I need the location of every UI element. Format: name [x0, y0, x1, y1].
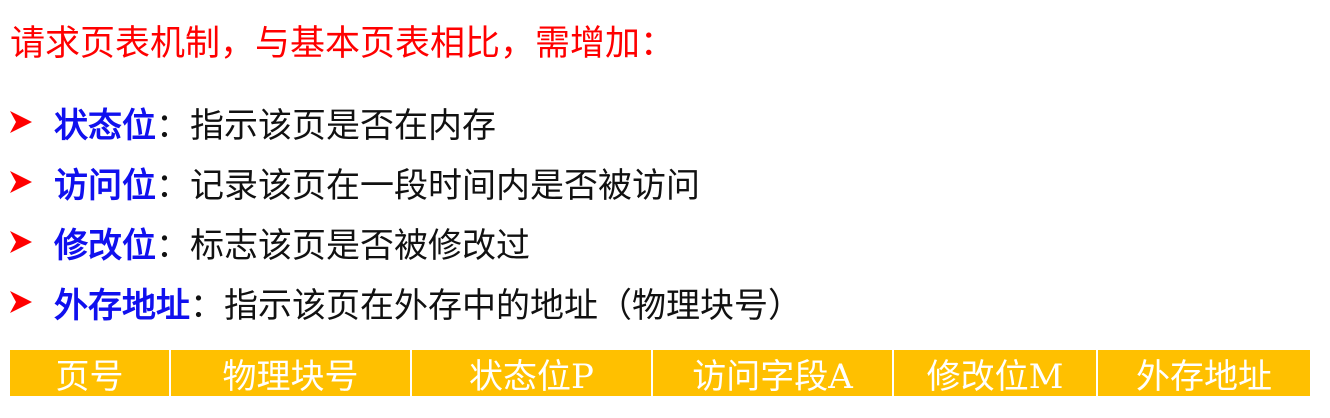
bullet-term: 访问位 [54, 165, 156, 206]
arrow-bullet-icon [8, 287, 54, 317]
bullet-item-access: 访问位 ：记录该页在一段时间内是否被访问 [8, 152, 802, 212]
bullet-term: 修改位 [54, 225, 156, 266]
bullet-description: ：记录该页在一段时间内是否被访问 [156, 165, 700, 206]
arrow-bullet-icon [8, 167, 54, 197]
bullet-description: ：标志该页是否被修改过 [156, 225, 530, 266]
bullet-term: 外存地址 [54, 285, 190, 326]
bullet-item-external-address: 外存地址 ：指示该页在外存中的地址（物理块号） [8, 272, 802, 332]
page-heading: 请求页表机制，与基本页表相比，需增加： [10, 24, 676, 64]
page-table-entry-format: 页号 物理块号 状态位P 访问字段A 修改位M 外存地址 [10, 350, 1310, 397]
bullet-description: ：指示该页是否在内存 [156, 105, 496, 146]
table-header-modify-bit: 修改位M [894, 350, 1098, 397]
bullet-list: 状态位 ：指示该页是否在内存 访问位 ：记录该页在一段时间内是否被访问 修改位 ：标志… [8, 92, 802, 332]
bullet-term: 状态位 [54, 105, 156, 146]
table-header-status-bit: 状态位P [412, 350, 653, 397]
table-header-external-address: 外存地址 [1136, 356, 1272, 397]
table-header-access-field: 访问字段A [653, 350, 894, 397]
bullet-description: ：指示该页在外存中的地址（物理块号） [190, 285, 802, 326]
bullet-item-status: 状态位 ：指示该页是否在内存 [8, 92, 802, 152]
bullet-item-modify: 修改位 ：标志该页是否被修改过 [8, 212, 802, 272]
table-header-frame-number: 物理块号 [171, 350, 412, 397]
table-header-page-number: 页号 [10, 350, 171, 397]
arrow-bullet-icon [8, 227, 54, 257]
arrow-bullet-icon [8, 107, 54, 137]
